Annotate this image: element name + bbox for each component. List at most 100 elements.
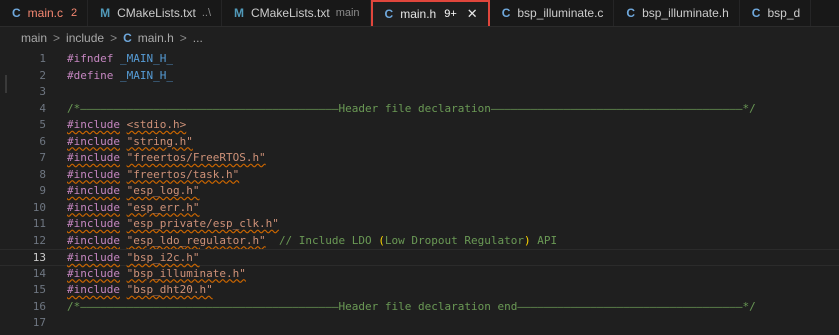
code-line[interactable]: 1 #ifndef _MAIN_H_ xyxy=(0,51,839,68)
code-line[interactable]: 13 #include "bsp_i2c.h" xyxy=(0,249,839,266)
c-file-icon: C xyxy=(501,6,511,20)
code-token: #ifndef xyxy=(67,52,114,65)
c-file-icon: C xyxy=(123,31,132,45)
breadcrumb-item-main[interactable]: main xyxy=(21,31,47,45)
problems-badge: 2 xyxy=(71,7,78,19)
code-token: #include xyxy=(67,233,120,247)
line-number: 9 xyxy=(39,184,46,197)
c-file-icon: C xyxy=(12,6,21,20)
tab-cmakelists-txt[interactable]: M CMakeLists.txt main xyxy=(222,0,371,26)
code-line[interactable]: 12 #include "esp_ldo_regulator.h" // Incl… xyxy=(0,233,839,250)
code-line[interactable]: 11 #include "esp_private/esp_clk.h" xyxy=(0,216,839,233)
tab-bsp-d[interactable]: Cbsp_d xyxy=(740,0,812,26)
code-text: #include "esp_private/esp_clk.h" xyxy=(67,216,279,233)
breadcrumb-separator: > xyxy=(110,31,118,45)
code-line[interactable]: 7 #include "freertos/FreeRTOS.h" xyxy=(0,150,839,167)
code-token: #define xyxy=(67,68,114,82)
breadcrumb-item-include[interactable]: include xyxy=(66,31,104,45)
line-number: 14 xyxy=(32,266,46,280)
tab-label: main.h xyxy=(400,7,437,21)
close-icon[interactable]: ✕ xyxy=(467,6,478,22)
code-line[interactable]: 6 #include "string.h" xyxy=(0,134,839,151)
code-text: #include "bsp_dht20.h" xyxy=(67,282,213,299)
code-token: "freertos/FreeRTOS.h" xyxy=(126,151,266,164)
code-token: _MAIN_H_ xyxy=(119,68,173,82)
tab-label: bsp_illuminate.c xyxy=(517,6,604,20)
code-token: #include xyxy=(67,184,120,197)
code-line[interactable]: 17 xyxy=(0,315,839,332)
code-line[interactable]: 3 xyxy=(0,84,839,101)
line-number: 15 xyxy=(32,283,46,296)
code-token: "bsp_illuminate.h" xyxy=(126,266,246,280)
code-line[interactable]: 8 #include "freertos/task.h" xyxy=(0,167,839,184)
code-token: "bsp_dht20.h" xyxy=(126,283,213,296)
code-token: API xyxy=(530,233,558,247)
code-token: "esp_ldo_regulator.h" xyxy=(126,233,266,247)
code-text: #ifndef _MAIN_H_ xyxy=(67,51,173,68)
tab-main-h[interactable]: Cmain.h 9+ ✕ xyxy=(370,0,490,26)
code-editor[interactable]: 1 #ifndef _MAIN_H_ 2 #define _MAIN_H_ 3 4 /*——… xyxy=(0,51,839,335)
line-number: 1 xyxy=(39,52,46,65)
breadcrumb-separator: > xyxy=(53,31,61,45)
line-number: 11 xyxy=(32,217,46,230)
code-line[interactable]: 10 #include "esp_err.h" xyxy=(0,200,839,217)
code-token: "freertos/task.h" xyxy=(126,167,240,181)
tab-description: main xyxy=(335,7,360,19)
code-text: /*——————————————————————————————————————… xyxy=(67,299,756,316)
code-line[interactable]: 16 /*————————————————————————————————————… xyxy=(0,299,839,316)
line-number: 8 xyxy=(39,167,46,181)
line-number: 17 xyxy=(32,316,46,329)
code-text: #include "esp_ldo_regulator.h" // Includ… xyxy=(67,233,557,250)
line-number: 5 xyxy=(39,118,46,131)
code-text: #include "string.h" xyxy=(67,134,193,151)
line-number: 10 xyxy=(32,200,46,214)
code-line[interactable]: 5 #include <stdio.h> xyxy=(0,117,839,134)
code-token: #include xyxy=(67,200,120,214)
code-line[interactable]: 9 #include "esp_log.h" xyxy=(0,183,839,200)
code-token: #include xyxy=(67,118,120,131)
code-line[interactable]: 14 #include "bsp_illuminate.h" xyxy=(0,266,839,283)
code-text: #include "esp_log.h" xyxy=(67,183,199,200)
breadcrumb-item-symbols[interactable]: ... xyxy=(193,31,203,45)
code-token: Low Dropout Regulator xyxy=(384,233,524,247)
code-text: /*——————————————————————————————————————… xyxy=(67,101,756,118)
code-token: /*——————————————————————————————————————… xyxy=(67,101,756,115)
code-token: #include xyxy=(67,283,120,296)
code-token: "esp_log.h" xyxy=(126,184,200,197)
c-file-icon: C xyxy=(751,6,761,20)
tab-bsp-illuminate-h[interactable]: Cbsp_illuminate.h xyxy=(614,0,740,26)
editor-tab-bar: Cmain.c 2 M CMakeLists.txt ..\ M CMakeLists.tx… xyxy=(0,0,839,27)
breadcrumb: main > include > C main.h > ... xyxy=(0,27,839,49)
tab-bsp-illuminate-c[interactable]: Cbsp_illuminate.c xyxy=(490,0,615,26)
code-token: ( xyxy=(378,233,385,247)
code-token: /*——————————————————————————————————————… xyxy=(67,299,756,313)
code-token: #include xyxy=(67,217,120,230)
code-text: #include "bsp_i2c.h" xyxy=(67,250,199,267)
code-token: _MAIN_H_ xyxy=(119,52,173,65)
code-line[interactable]: 15 #include "bsp_dht20.h" xyxy=(0,282,839,299)
code-text: #include <stdio.h> xyxy=(67,117,186,134)
code-token: "esp_private/esp_clk.h" xyxy=(126,217,279,230)
tab-main-c[interactable]: Cmain.c 2 xyxy=(0,0,89,26)
tab-cmakelists-txt[interactable]: M CMakeLists.txt ..\ xyxy=(88,0,222,26)
code-text: #include "esp_err.h" xyxy=(67,200,199,217)
code-token: // Include LDO xyxy=(278,233,379,247)
cmake-file-icon: M xyxy=(100,6,111,20)
code-token: #include xyxy=(67,134,120,148)
code-text: #include "bsp_illuminate.h" xyxy=(67,266,246,283)
code-token: <stdio.h> xyxy=(126,118,187,131)
code-token: #include xyxy=(67,251,120,264)
code-line[interactable]: 4 /*—————————————————————————————————————… xyxy=(0,101,839,118)
code-line[interactable]: 2 #define _MAIN_H_ xyxy=(0,68,839,85)
breadcrumb-item-main-h[interactable]: main.h xyxy=(138,31,174,45)
tab-label: bsp_illuminate.h xyxy=(642,6,729,20)
